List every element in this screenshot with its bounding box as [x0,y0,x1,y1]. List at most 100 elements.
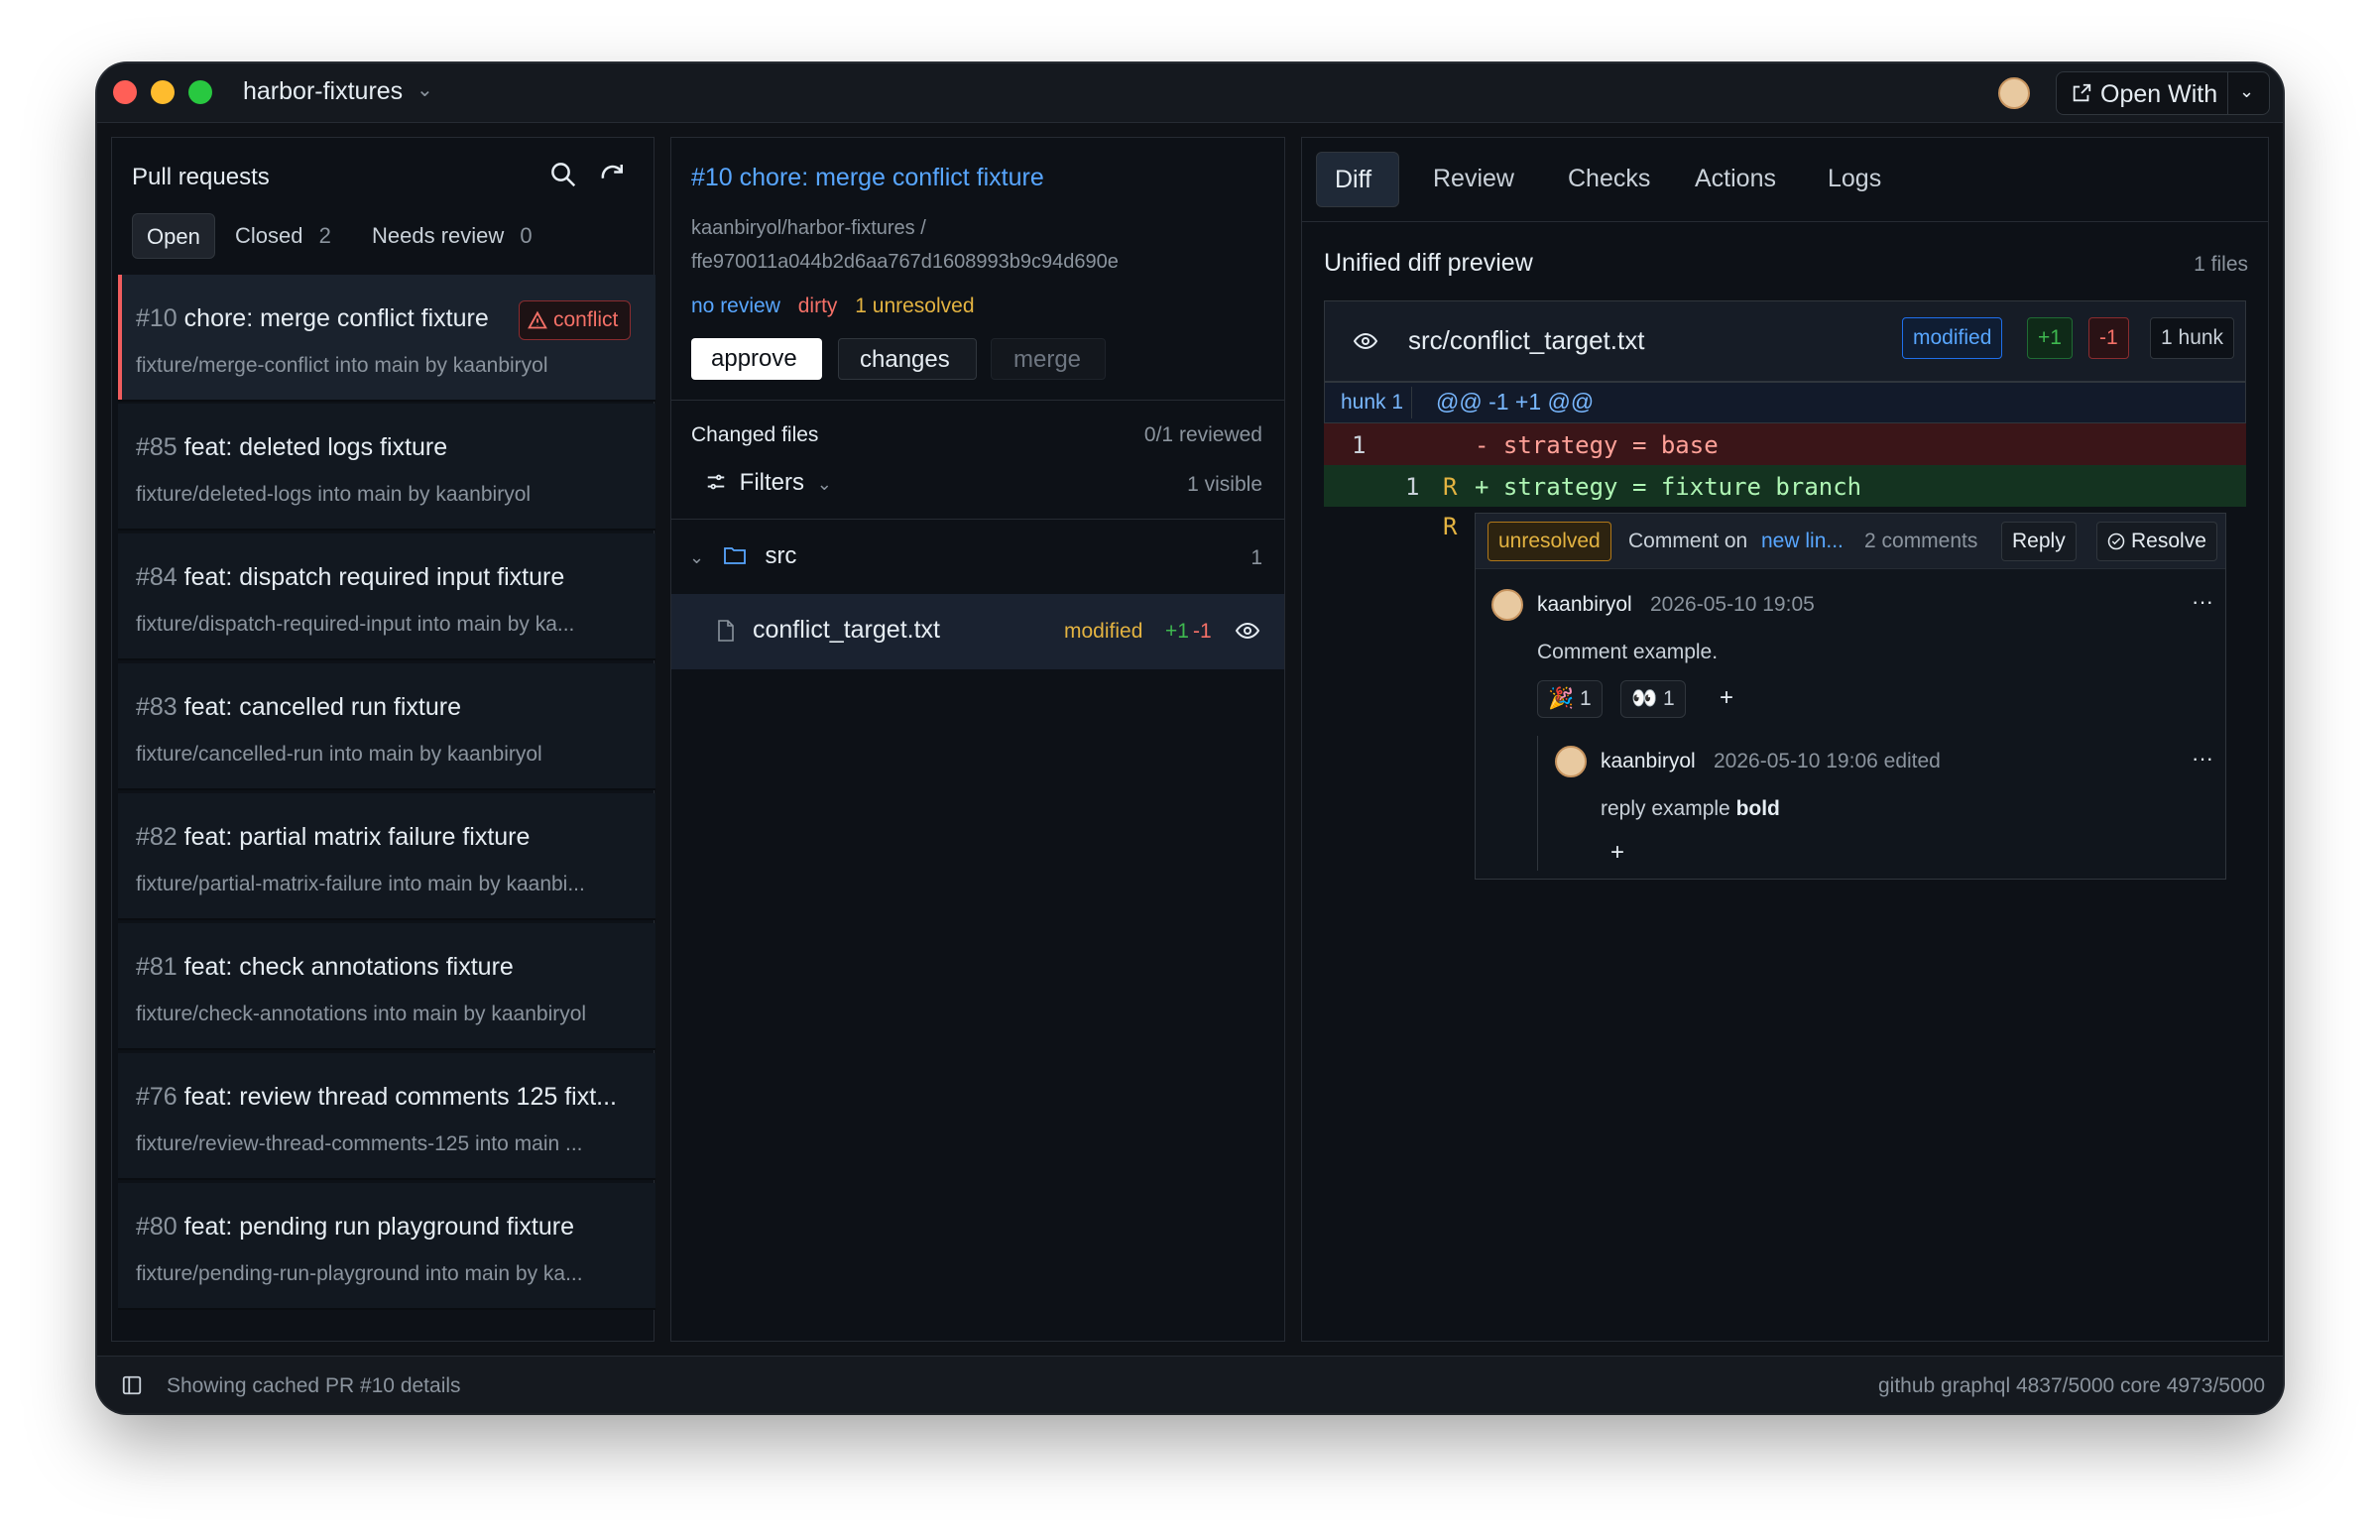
tab-open[interactable]: Open [132,213,215,259]
comment-time: 2026-05-10 19:05 [1650,593,1815,616]
tab-logs[interactable]: Logs [1828,165,1881,193]
eye-icon[interactable] [1353,329,1378,353]
repo-selector[interactable]: harbor-fixtures [243,77,403,106]
chevron-down-icon: ⌄ [816,474,832,494]
divider [2227,72,2228,114]
tab-label: Closed [235,223,303,248]
pr-title: #83 feat: cancelled run fixture [136,693,461,721]
pr-list-item[interactable]: #84 feat: dispatch required input fixtur… [118,533,655,660]
refresh-icon[interactable] [598,160,628,189]
user-avatar[interactable] [1998,77,2030,109]
tab-diff[interactable]: Diff [1316,152,1399,207]
unresolved-count: 1 unresolved [855,295,975,317]
open-with-button[interactable]: Open With ⌄ [2056,71,2270,115]
zoom-window-button[interactable] [188,80,212,104]
pr-list-item[interactable]: #80 feat: pending run playground fixture… [118,1183,655,1310]
reaction-eyes[interactable]: 👀 1 [1620,680,1686,718]
request-changes-button[interactable]: changes [838,338,977,380]
file-row[interactable]: conflict_target.txt modified +1 -1 [671,594,1284,669]
comment-author: kaanbiryol [1537,593,1632,616]
old-line-number: 1 [1352,431,1367,459]
tab-review[interactable]: Review [1433,165,1514,193]
tab-actions[interactable]: Actions [1695,165,1776,193]
pr-list-item[interactable]: #10 chore: merge conflict fixture confli… [118,275,655,402]
unresolved-badge: unresolved [1488,522,1611,561]
close-window-button[interactable] [113,80,137,104]
warning-icon [528,310,547,329]
pr-list-item[interactable]: #81 feat: check annotations fixture fixt… [118,923,655,1050]
reply-rail [1537,736,1538,871]
more-icon[interactable]: ··· [2192,589,2213,615]
comment-on-label: Comment on [1628,530,1748,552]
pr-branch: fixture/dispatch-required-input into mai… [136,613,575,636]
sliders-icon [707,474,725,490]
hunk-header: hunk 1 @@ -1 +1 @@ [1324,382,2246,423]
pr-branch: fixture/review-thread-comments-125 into … [136,1132,583,1155]
pr-heading-link[interactable]: #10 chore: merge conflict fixture [691,164,1044,192]
chevron-down-icon[interactable]: ⌄ [416,77,433,102]
sidebar-toggle-icon[interactable] [121,1374,143,1396]
conflict-badge: conflict [519,300,632,340]
chevron-down-icon[interactable]: ⌄ [2239,81,2254,102]
folder-icon [723,547,746,564]
title-bar: harbor-fixtures ⌄ Open With ⌄ [97,63,2283,123]
repo-commit-path: kaanbiryol/harbor-fixtures / ffe970011a0… [691,217,1119,273]
external-link-icon [2073,83,2091,102]
line-content: - strategy = base [1475,431,1719,459]
divider [1302,221,2268,222]
check-circle-icon [2107,533,2125,550]
pr-list-item[interactable]: #85 feat: deleted logs fixture fixture/d… [118,404,655,531]
more-icon[interactable]: ··· [2192,746,2213,771]
minimize-window-button[interactable] [151,80,175,104]
merge-button[interactable]: merge [991,338,1106,380]
pr-list-item[interactable]: #76 feat: review thread comments 125 fix… [118,1053,655,1180]
app-window: harbor-fixtures ⌄ Open With ⌄ Pull reque… [97,63,2283,1413]
pr-list-item[interactable]: #83 feat: cancelled run fixture fixture/… [118,663,655,790]
tab-checks[interactable]: Checks [1568,165,1650,193]
pr-list-item[interactable]: #82 feat: partial matrix failure fixture… [118,793,655,920]
filters-button[interactable]: Filters ⌄ [705,469,832,497]
reply-button[interactable]: Reply [2001,522,2077,561]
comment-thread: unresolved Comment on new lin... 2 comme… [1475,513,2226,880]
modified-badge: modified [1902,317,2003,359]
section-title: Unified diff preview [1324,249,1533,277]
chevron-down-icon: ⌄ [689,547,705,567]
eye-icon[interactable] [1235,619,1260,643]
reviewed-count: 0/1 reviewed [1143,423,1262,446]
pr-branch: fixture/partial-matrix-failure into main… [136,873,585,895]
reaction-tada[interactable]: 🎉 1 [1537,680,1603,718]
comment-time: 2026-05-10 19:06 edited [1714,750,1941,772]
folder-row-src[interactable]: ⌄ src [689,542,796,570]
diff-file-path: src/conflict_target.txt [1408,325,1645,355]
new-line-number: 1 [1405,473,1420,501]
pr-branch: fixture/cancelled-run into main by kaanb… [136,743,542,766]
tab-count: 2 [318,223,331,248]
deleted-line[interactable]: 1 - strategy = base [1324,423,2246,465]
add-reaction-button[interactable]: + [1720,684,1733,712]
status-message: Showing cached PR #10 details [167,1374,461,1397]
comment-body: Comment example. [1537,641,1719,663]
tab-needs-review[interactable]: Needs review 0 [372,223,533,249]
visible-count: 1 visible [1187,473,1262,496]
pr-title: #10 chore: merge conflict fixture [136,304,489,332]
thread-marker: R [1443,513,1458,540]
pr-title: #76 feat: review thread comments 125 fix… [136,1083,617,1111]
deletions-badge: -1 [2088,317,2129,359]
approve-button[interactable]: approve [691,338,822,380]
search-icon[interactable] [548,160,578,189]
thread-header: unresolved Comment on new lin... 2 comme… [1476,514,2225,569]
additions-badge: +1 [2027,317,2073,359]
status-bar: Showing cached PR #10 details github gra… [97,1356,2283,1413]
divider [671,519,1284,520]
tab-closed[interactable]: Closed 2 [235,223,331,249]
add-reaction-button[interactable]: + [1610,839,1624,867]
comment-author: kaanbiryol [1601,750,1696,772]
added-line[interactable]: 1 R + strategy = fixture branch [1324,465,2246,507]
pr-title: #81 feat: check annotations fixture [136,953,514,981]
changed-files-label: Changed files [691,423,819,446]
tab-count: 0 [520,223,533,248]
resolve-button[interactable]: Resolve [2096,522,2217,561]
avatar [1555,746,1587,777]
comment-location-link[interactable]: new lin... [1761,530,1844,553]
merge-state: dirty [797,295,838,317]
